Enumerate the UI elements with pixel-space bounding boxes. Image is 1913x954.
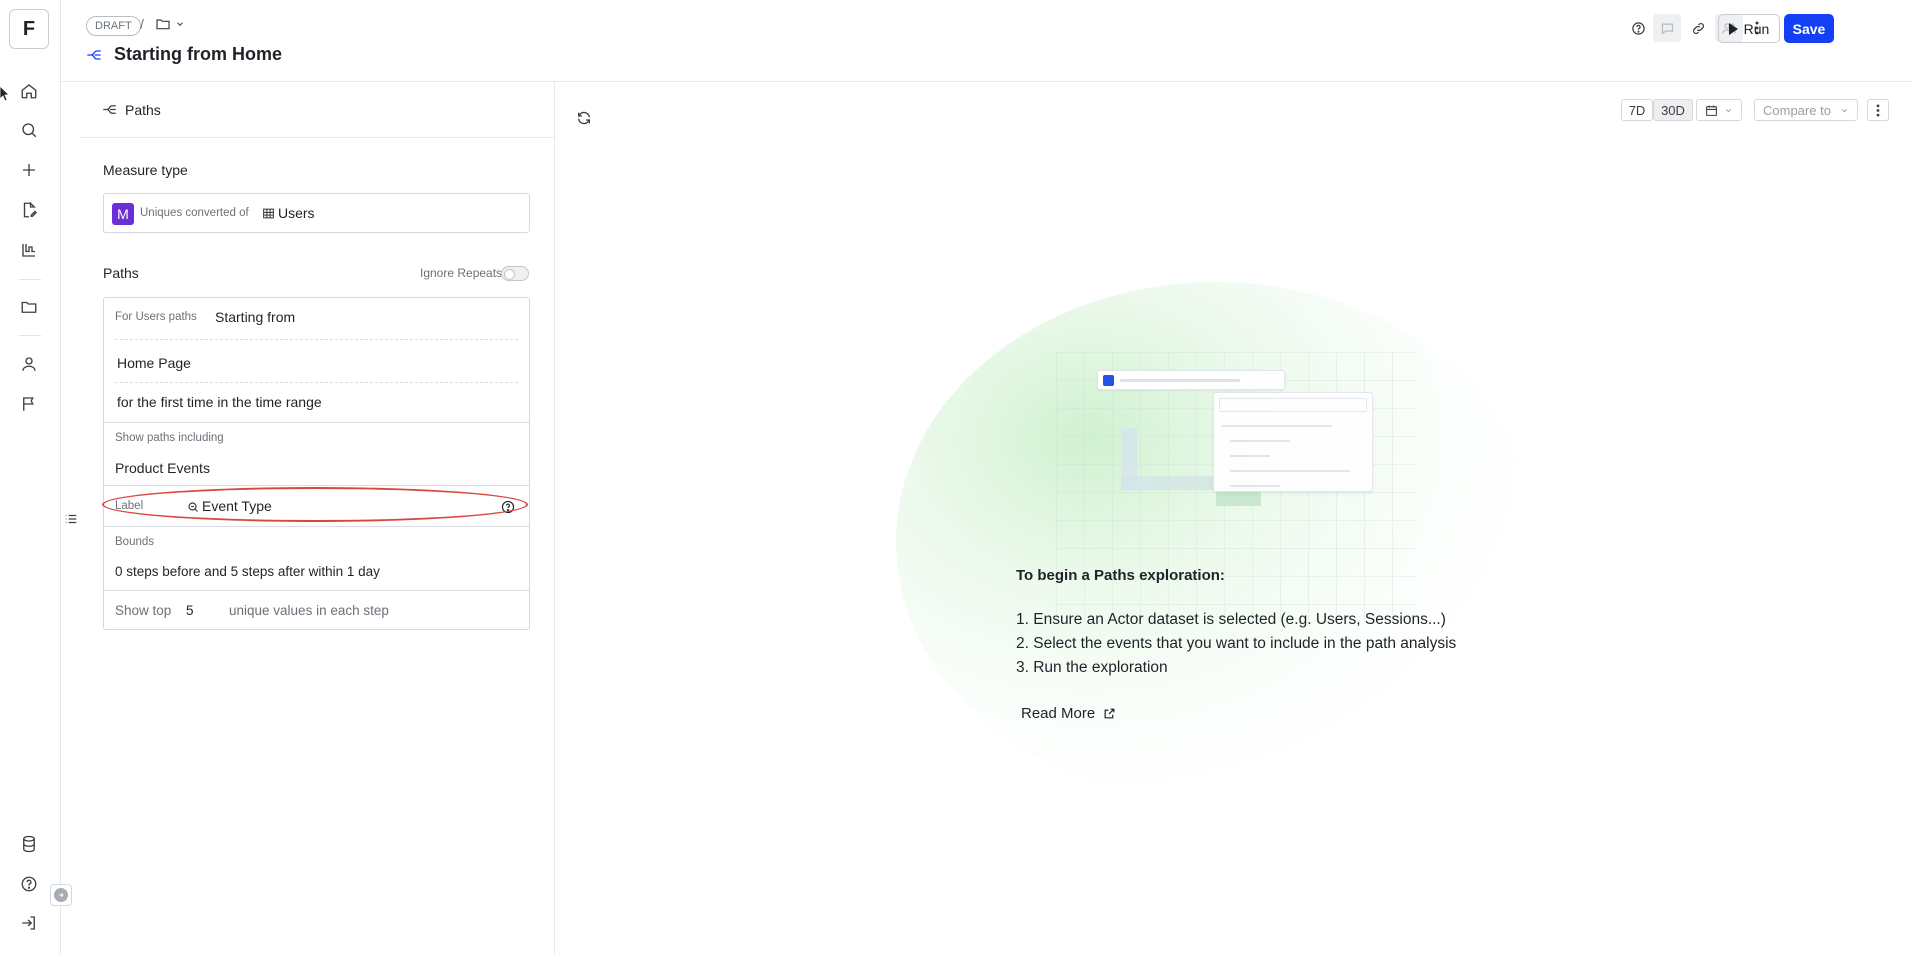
illustration-line [1230, 455, 1270, 457]
illustration-line [1230, 440, 1290, 442]
instruction-step: 2. Select the events that you want to in… [1016, 635, 1457, 652]
show-top-input[interactable]: 5 [186, 603, 194, 618]
flask-icon[interactable] [17, 238, 41, 262]
read-more-label: Read More [1021, 705, 1096, 722]
instruction-step: 3. Run the exploration [1016, 659, 1168, 676]
measure-type-heading: Measure type [103, 162, 188, 178]
illustration-line [1120, 379, 1240, 382]
divider [115, 339, 518, 340]
compare-placeholder: Compare to [1763, 102, 1831, 118]
label-property-select[interactable]: Event Type [202, 498, 272, 514]
measure-prefix: Uniques converted of [140, 207, 249, 219]
paths-icon [86, 48, 102, 62]
save-button[interactable]: Save [1784, 14, 1834, 43]
top-header: DRAFT / Starting from Home Run Save [61, 0, 1913, 82]
divider [104, 526, 529, 527]
chevron-down-icon [1840, 106, 1849, 115]
rail-divider [19, 279, 41, 280]
illustration-search-bar [1097, 370, 1285, 390]
divider [104, 422, 529, 423]
home-icon[interactable] [17, 79, 41, 103]
read-more-link[interactable]: Read More [1021, 705, 1116, 722]
help-icon[interactable] [1625, 14, 1651, 42]
for-paths-label: For Users paths [115, 311, 197, 323]
folder-picker[interactable] [155, 16, 185, 32]
breadcrumb-separator: / [140, 16, 144, 32]
measure-entity: Users [278, 205, 315, 221]
show-paths-label: Show paths including [115, 432, 224, 444]
mouse-cursor-icon [0, 86, 10, 102]
logout-icon[interactable] [17, 911, 41, 935]
illustration-line [1222, 425, 1332, 427]
folder-icon[interactable] [17, 295, 41, 319]
panel-header: Paths [79, 82, 555, 138]
help-icon[interactable] [501, 500, 515, 514]
paths-definition: For Users paths Starting from Home Page … [103, 297, 530, 630]
instruction-step: 1. Ensure an Actor dataset is selected (… [1016, 611, 1446, 628]
show-top-label: Show top [115, 603, 172, 618]
measure-badge: M [112, 203, 134, 225]
illustration-input [1219, 398, 1367, 412]
bounds-value[interactable]: 0 steps before and 5 steps after within … [115, 564, 380, 579]
divider [115, 382, 518, 383]
run-label: Run [1743, 20, 1770, 37]
chevron-down-icon [1724, 106, 1733, 115]
folder-icon [155, 16, 171, 32]
link-icon[interactable] [1685, 14, 1711, 42]
status-badge: DRAFT [86, 16, 141, 36]
label-label: Label [115, 500, 144, 512]
run-button[interactable]: Run [1718, 14, 1780, 43]
range-30d-button[interactable]: 30D [1653, 99, 1693, 121]
ignore-repeats-label: Ignore Repeats [420, 266, 503, 280]
compare-to-select[interactable]: Compare to [1754, 99, 1858, 121]
user-icon[interactable] [17, 352, 41, 376]
intro-heading: To begin a Paths exploration: [1016, 567, 1225, 584]
flag-icon[interactable] [17, 392, 41, 416]
list-icon[interactable] [64, 512, 78, 526]
measure-type-select[interactable]: M Uniques converted of Users [103, 193, 530, 233]
collapse-rail-button[interactable] [50, 884, 72, 906]
plus-icon[interactable] [17, 158, 41, 182]
edit-doc-icon[interactable] [17, 198, 41, 222]
illustration-badge [1103, 375, 1114, 386]
arrow-right-icon [54, 888, 68, 902]
path-direction-select[interactable]: Starting from [215, 309, 295, 325]
calendar-icon [1705, 104, 1718, 117]
page-title[interactable]: Starting from Home [114, 44, 282, 65]
ignore-repeats-toggle[interactable] [501, 266, 529, 281]
chevron-down-icon [175, 19, 185, 29]
range-7d-button[interactable]: 7D [1621, 99, 1653, 121]
left-rail: F [0, 0, 61, 954]
start-qualifier-select[interactable]: for the first time in the time range [117, 394, 322, 410]
table-icon [262, 207, 275, 220]
comment-icon[interactable] [1653, 14, 1681, 42]
play-icon [1728, 22, 1738, 35]
show-top-suffix: unique values in each step [229, 603, 389, 618]
help-icon[interactable] [17, 872, 41, 896]
divider [104, 590, 529, 591]
illustration-line [1230, 470, 1350, 472]
app-logo[interactable]: F [9, 9, 49, 49]
rail-divider [19, 335, 41, 336]
database-icon[interactable] [17, 832, 41, 856]
illustration-dropdown [1213, 392, 1373, 492]
start-event-select[interactable]: Home Page [117, 355, 191, 371]
events-source-select[interactable]: Product Events [115, 460, 210, 476]
more-vertical-icon[interactable] [1867, 99, 1889, 121]
search-icon[interactable] [17, 118, 41, 142]
external-link-icon [1103, 707, 1116, 720]
property-icon [187, 501, 199, 513]
query-panel: Paths Measure type M Uniques converted o… [79, 82, 555, 954]
date-picker-button[interactable] [1696, 99, 1742, 121]
paths-icon [102, 103, 117, 116]
divider [104, 485, 529, 486]
main-canvas: 7D 30D Compare to To begin a Paths explo… [556, 82, 1913, 954]
refresh-icon[interactable] [576, 110, 592, 126]
panel-title: Paths [125, 102, 161, 118]
bounds-label: Bounds [115, 536, 155, 548]
paths-heading: Paths [103, 265, 139, 281]
illustration-line [1230, 485, 1280, 487]
